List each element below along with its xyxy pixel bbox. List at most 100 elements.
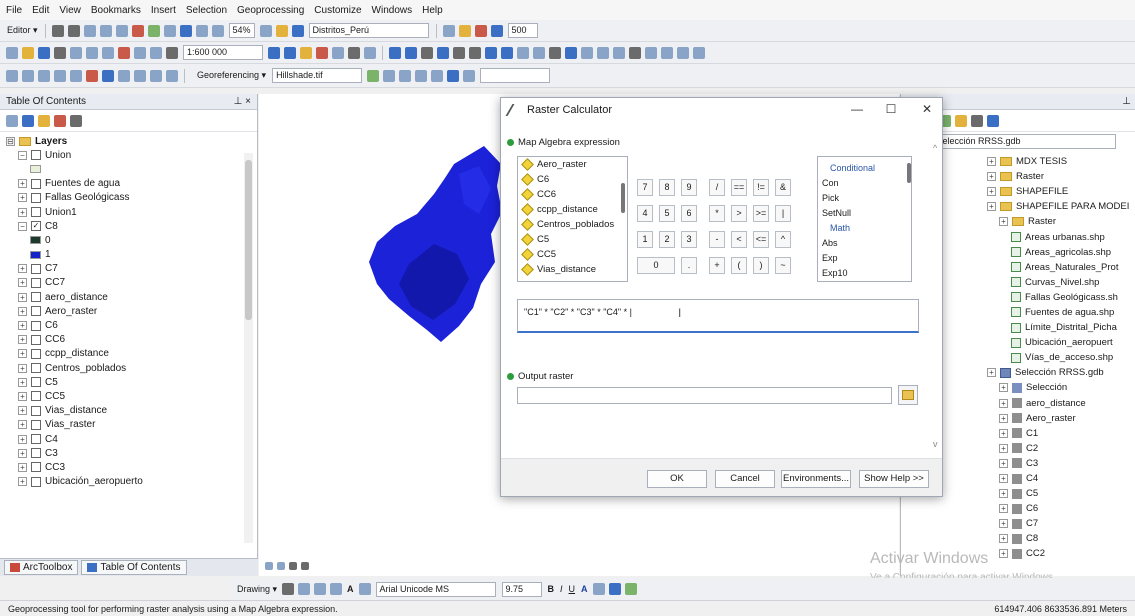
tool-item[interactable]: Pick: [818, 190, 911, 205]
search-window-icon[interactable]: [316, 46, 328, 59]
keypad-button[interactable]: ): [753, 257, 769, 274]
browse-output-button[interactable]: [898, 385, 918, 405]
flicker-rate-field[interactable]: 500: [507, 23, 538, 38]
cut-polygon-icon[interactable]: [115, 24, 128, 37]
forward-extent-icon[interactable]: [501, 46, 513, 59]
raster-variable-item[interactable]: CC5: [518, 247, 627, 262]
tool-item[interactable]: Exp: [818, 250, 911, 265]
create-viewer-icon[interactable]: [693, 46, 705, 59]
keypad-button[interactable]: 3: [681, 231, 697, 248]
layer-visibility-checkbox[interactable]: [31, 150, 41, 161]
identify-icon[interactable]: [291, 24, 304, 37]
expand-icon[interactable]: +: [987, 368, 996, 378]
layer-item[interactable]: + Vias_distance: [6, 404, 257, 418]
add-data-icon[interactable]: [166, 46, 178, 59]
layer-item[interactable]: + Aero_raster: [6, 304, 257, 318]
catalog-item[interactable]: + C6: [905, 501, 1135, 516]
dialog-scroll-up-icon[interactable]: ^: [933, 143, 937, 153]
map-icon[interactable]: [179, 24, 192, 37]
toc-pin-close[interactable]: ⊥ ×: [234, 96, 251, 107]
layer-item[interactable]: − Union: [6, 148, 257, 162]
target-layer-select[interactable]: Distritos_Perú: [308, 23, 429, 38]
list-by-source-icon[interactable]: [22, 114, 34, 127]
raster-variable-item[interactable]: CC6: [518, 187, 627, 202]
catalog-options-icon[interactable]: [987, 114, 999, 127]
menu-edit[interactable]: Edit: [32, 5, 49, 16]
layer-item[interactable]: + C5: [6, 375, 257, 389]
georeference-layer-select[interactable]: Hillshade.tif: [272, 68, 363, 83]
pause-drawing-icon[interactable]: [301, 562, 309, 570]
toc-scrollbar-thumb[interactable]: [245, 160, 252, 320]
delete-icon[interactable]: [118, 46, 130, 59]
keypad-button[interactable]: +: [709, 257, 725, 274]
tools-list-scroll-thumb[interactable]: [907, 163, 911, 183]
menu-file[interactable]: File: [6, 5, 22, 16]
keypad-button[interactable]: ==: [731, 179, 747, 196]
keypad-button[interactable]: 4: [637, 205, 653, 222]
layer-visibility-checkbox[interactable]: [31, 178, 41, 189]
show-help-button[interactable]: Show Help >>: [859, 470, 929, 488]
data-view-icon[interactable]: [265, 562, 273, 570]
menu-help[interactable]: Help: [422, 5, 443, 16]
expand-icon[interactable]: +: [18, 306, 27, 316]
maximize-button[interactable]: ☐: [879, 102, 903, 118]
cancel-button[interactable]: Cancel: [715, 470, 775, 488]
identify-icon[interactable]: [565, 46, 577, 59]
measure-icon[interactable]: [613, 46, 625, 59]
expand-icon[interactable]: +: [18, 391, 27, 401]
font-color-button[interactable]: A: [581, 584, 588, 594]
legend-item[interactable]: 0: [6, 233, 257, 247]
delete-icon[interactable]: [131, 24, 144, 37]
layer-item[interactable]: + Vias_raster: [6, 418, 257, 432]
options-icon[interactable]: [70, 114, 82, 127]
sketch-tool-icon[interactable]: [67, 24, 80, 37]
list-by-drawing-order-icon[interactable]: [6, 114, 18, 127]
keypad-button[interactable]: >=: [753, 205, 769, 222]
tool-item[interactable]: Con: [818, 175, 911, 190]
layer-item[interactable]: + Fallas Geológicass: [6, 191, 257, 205]
keypad-button[interactable]: 1: [637, 231, 653, 248]
expand-icon[interactable]: +: [18, 377, 27, 387]
split-icon[interactable]: [70, 69, 82, 82]
keypad-button[interactable]: -: [709, 231, 725, 248]
layer-visibility-checkbox[interactable]: [31, 277, 41, 288]
zoom-percent-field[interactable]: 54%: [228, 23, 255, 38]
connect-folder-icon[interactable]: [955, 114, 967, 127]
snapping-icon[interactable]: [22, 69, 34, 82]
catalog-location-field[interactable]: Selección RRSS.gdb: [919, 133, 1116, 149]
layer-item[interactable]: + CC5: [6, 389, 257, 403]
layer-item[interactable]: + C3: [6, 446, 257, 460]
expression-input[interactable]: "C1" * "C2" * "C3" * "C4" * | I: [517, 299, 919, 333]
topology-icon[interactable]: [6, 69, 18, 82]
line-color-icon[interactable]: [608, 583, 621, 595]
keypad-button[interactable]: ~: [775, 257, 791, 274]
paste-icon[interactable]: [102, 46, 114, 59]
select-features-icon[interactable]: [517, 46, 529, 59]
collapse-icon[interactable]: ⊟: [6, 136, 15, 146]
layers-and-variables-list[interactable]: Aero_raster C6 CC6 ccpp_distance Centros_pob…: [517, 156, 628, 282]
fixed-zoom-icon[interactable]: [453, 46, 465, 59]
auto-registration-icon[interactable]: [431, 69, 444, 82]
expand-icon[interactable]: +: [999, 398, 1008, 408]
rotate-element-icon[interactable]: [298, 583, 311, 595]
expand-icon[interactable]: +: [18, 207, 27, 217]
expand-icon[interactable]: +: [18, 264, 27, 274]
layer-visibility-checkbox[interactable]: [31, 348, 41, 359]
expand-icon[interactable]: +: [987, 172, 996, 182]
raster-variable-item[interactable]: Aero_raster: [518, 157, 627, 172]
legend-item[interactable]: [6, 162, 257, 176]
rectangle-icon[interactable]: [330, 583, 343, 595]
cut-icon[interactable]: [70, 46, 82, 59]
pan-icon[interactable]: [421, 46, 433, 59]
zoom-to-elements-icon[interactable]: [314, 583, 327, 595]
zoom-in-icon[interactable]: [389, 46, 401, 59]
grid-icon[interactable]: [147, 24, 160, 37]
clear-selection-icon[interactable]: [533, 46, 545, 59]
font-select[interactable]: Arial Unicode MS: [375, 581, 496, 597]
viewer-icon[interactable]: [463, 69, 476, 82]
layer-item[interactable]: + aero_distance: [6, 290, 257, 304]
shared-features-icon[interactable]: [118, 69, 130, 82]
find-icon[interactable]: [629, 46, 641, 59]
expand-icon[interactable]: +: [18, 448, 27, 458]
layer-visibility-checkbox[interactable]: [31, 405, 41, 416]
